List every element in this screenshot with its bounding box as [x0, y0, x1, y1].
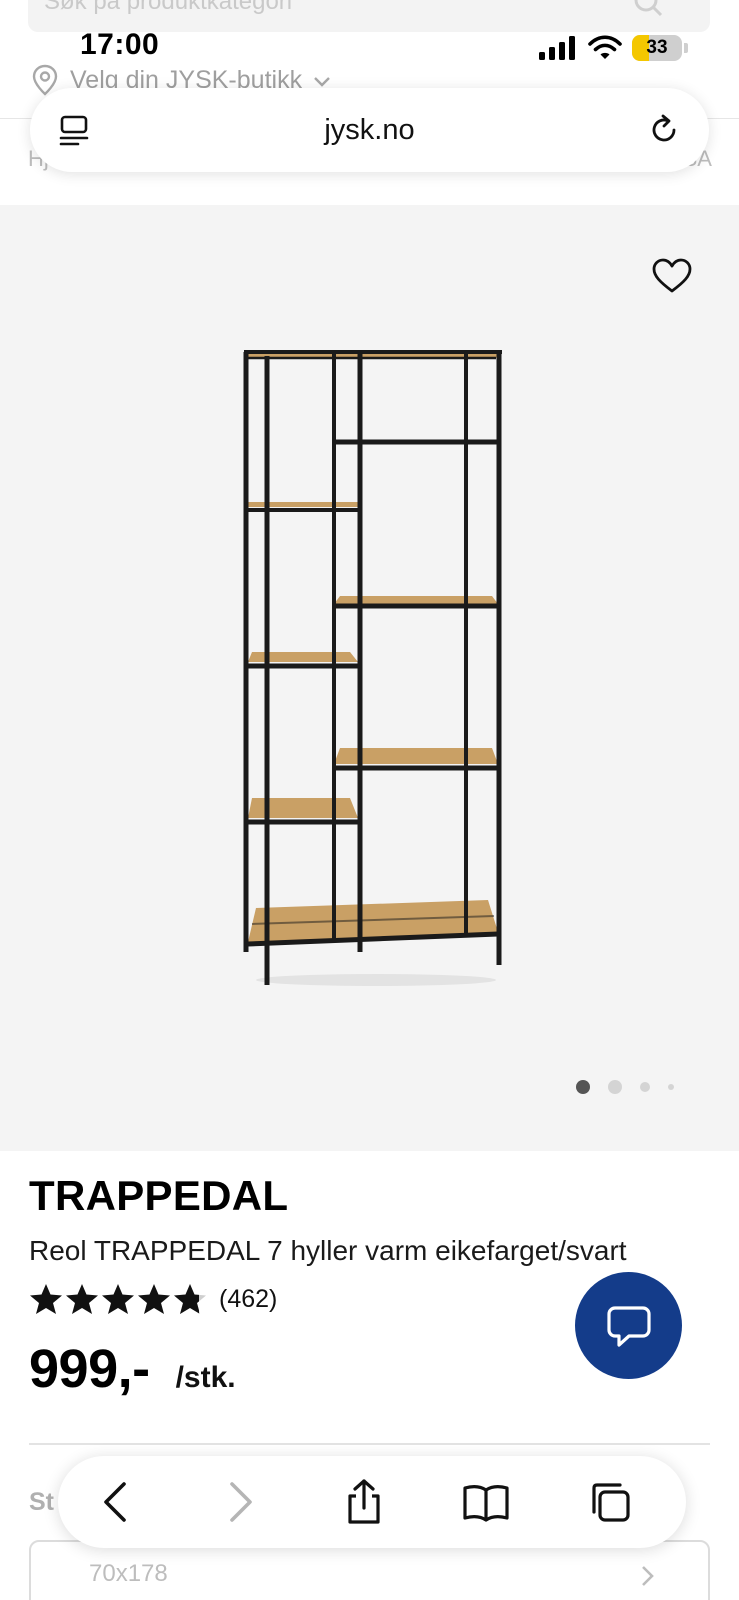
status-time: 17:00: [80, 28, 160, 61]
wifi-icon: [588, 35, 622, 59]
battery-indicator: 33: [632, 35, 682, 61]
size-value: 70x178: [89, 1560, 168, 1587]
cellular-signal-icon: [539, 36, 575, 60]
star-filled-icon: [30, 1284, 62, 1314]
product-brand: TRAPPEDAL: [29, 1172, 289, 1219]
chevron-right-icon: [642, 1566, 654, 1586]
product-price: 999,-: [29, 1339, 150, 1399]
chevron-right-icon[interactable]: [216, 1478, 264, 1526]
pagination-dot-active[interactable]: [576, 1080, 590, 1094]
chevron-down-icon: [314, 77, 330, 87]
star-filled-icon: [66, 1284, 98, 1314]
size-selector[interactable]: 70x178: [29, 1540, 710, 1600]
star-partial-icon: [174, 1284, 206, 1314]
gallery-pagination[interactable]: [576, 1079, 692, 1095]
search-placeholder: Søk på produktkategori: [44, 0, 293, 15]
price-row: 999,- /stk.: [29, 1338, 236, 1399]
product-name: Reol TRAPPEDAL 7 hyller varm eikefarget/…: [29, 1235, 627, 1266]
section-divider: [29, 1443, 710, 1445]
pagination-dot[interactable]: [668, 1084, 674, 1090]
chat-button[interactable]: [575, 1272, 682, 1379]
battery-nub: [684, 43, 688, 53]
chevron-left-icon[interactable]: [92, 1478, 140, 1526]
rating-count[interactable]: (462): [219, 1285, 277, 1314]
address-bar[interactable]: jysk.no: [30, 88, 709, 172]
pagination-dot[interactable]: [608, 1080, 622, 1094]
product-rating[interactable]: (462): [29, 1282, 277, 1316]
share-icon[interactable]: [340, 1478, 388, 1526]
price-unit: /stk.: [175, 1361, 236, 1394]
url-text[interactable]: jysk.no: [30, 88, 709, 172]
reload-icon[interactable]: [646, 112, 682, 148]
tabs-icon[interactable]: [586, 1478, 634, 1526]
status-icons: 33: [538, 34, 688, 62]
book-icon[interactable]: [462, 1478, 510, 1526]
search-icon[interactable]: [632, 0, 664, 18]
battery-level: 33: [646, 37, 668, 58]
heart-icon[interactable]: [652, 258, 692, 294]
browser-toolbar: [58, 1456, 686, 1548]
size-label: St: [29, 1488, 54, 1516]
pagination-dot[interactable]: [640, 1082, 650, 1092]
chat-bubble-icon: [606, 1305, 651, 1347]
star-filled-icon: [138, 1284, 170, 1314]
product-image-shelf[interactable]: [226, 340, 526, 1020]
star-filled-icon: [102, 1284, 134, 1314]
